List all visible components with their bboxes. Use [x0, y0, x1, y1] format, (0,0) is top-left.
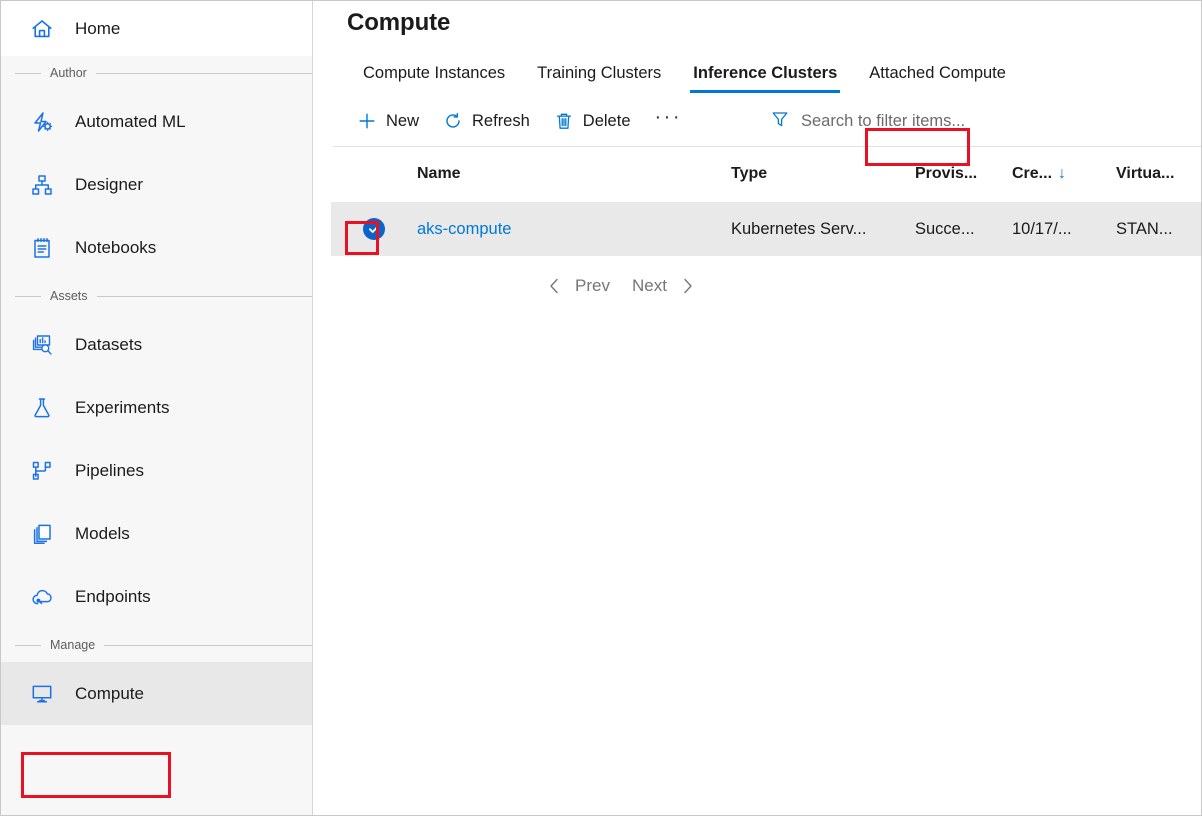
delete-button[interactable]: Delete	[542, 104, 643, 138]
section-label-manage: Manage	[50, 638, 95, 652]
refresh-button[interactable]: Refresh	[431, 104, 542, 138]
tab-compute-instances[interactable]: Compute Instances	[347, 64, 521, 93]
tab-training-clusters[interactable]: Training Clusters	[521, 64, 677, 93]
search-placeholder: Search to filter items...	[801, 112, 965, 131]
sidebar-item-datasets[interactable]: Datasets	[1, 313, 312, 376]
filter-icon	[770, 109, 790, 134]
pipelines-icon	[29, 458, 55, 484]
table-row[interactable]: aks-compute Kubernetes Serv... Succe... …	[331, 202, 1201, 256]
sidebar-item-label-pipelines: Pipelines	[75, 461, 144, 481]
section-rule-right	[96, 73, 312, 74]
sidebar-item-endpoints[interactable]: Endpoints	[1, 565, 312, 628]
sort-descending-icon: ↓	[1058, 166, 1066, 182]
tab-label: Attached Compute	[869, 64, 1006, 82]
sidebar-section-author: Author	[1, 56, 312, 90]
sidebar-item-experiments[interactable]: Experiments	[1, 376, 312, 439]
sidebar-item-label-notebooks: Notebooks	[75, 238, 156, 258]
chevron-right-icon	[679, 276, 696, 296]
section-label-assets: Assets	[50, 289, 88, 303]
column-header-name[interactable]: Name	[417, 165, 731, 183]
next-page-button[interactable]: Next	[624, 272, 704, 300]
column-header-provisioning[interactable]: Provis...	[915, 165, 1012, 183]
command-toolbar: New Refresh	[331, 99, 1201, 143]
trash-icon	[554, 111, 574, 131]
notebooks-icon	[29, 235, 55, 261]
datasets-icon	[29, 332, 55, 358]
column-header-created-label: Cre...	[1012, 165, 1052, 183]
sidebar-item-designer[interactable]: Designer	[1, 153, 312, 216]
designer-icon	[29, 172, 55, 198]
models-icon	[29, 521, 55, 547]
section-label-author: Author	[50, 66, 87, 80]
cell-name: aks-compute	[417, 220, 731, 239]
new-button[interactable]: New	[345, 104, 431, 138]
sidebar-item-label-automated-ml: Automated ML	[75, 112, 186, 132]
main-content-area: Compute Compute Instances Training Clust…	[313, 1, 1201, 815]
ellipsis-icon[interactable]: ···	[643, 99, 694, 143]
sidebar-item-label-experiments: Experiments	[75, 398, 169, 418]
sidebar-section-manage: Manage	[1, 628, 312, 662]
section-rule-left	[15, 73, 41, 74]
table-header-row: Name Type Provis... Cre... ↓ Virtua...	[331, 147, 1201, 202]
sidebar-item-home[interactable]: Home	[1, 1, 312, 56]
annotation-box-compute	[21, 752, 171, 798]
sidebar-item-label-endpoints: Endpoints	[75, 587, 151, 607]
refresh-icon	[443, 111, 463, 131]
row-select-cell	[331, 218, 417, 240]
azure-ml-studio-window: Home Author Automated ML	[0, 0, 1202, 816]
tab-inference-clusters[interactable]: Inference Clusters	[677, 64, 853, 93]
cell-type: Kubernetes Serv...	[731, 220, 915, 239]
row-checkbox-checked[interactable]	[363, 218, 385, 240]
compute-tabs: Compute Instances Training Clusters Infe…	[331, 53, 1201, 93]
plus-icon	[357, 111, 377, 131]
compute-name-link[interactable]: aks-compute	[417, 220, 511, 238]
sidebar-item-automated-ml[interactable]: Automated ML	[1, 90, 312, 153]
new-button-label: New	[386, 112, 419, 131]
tab-label: Compute Instances	[363, 64, 505, 82]
table-pagination: Prev Next	[331, 272, 1201, 300]
tab-attached-compute[interactable]: Attached Compute	[853, 64, 1022, 93]
compute-icon	[29, 681, 55, 707]
sidebar-item-label-models: Models	[75, 524, 130, 544]
sidebar-item-label-home: Home	[75, 19, 120, 39]
column-header-virtual-machine[interactable]: Virtua...	[1116, 165, 1201, 183]
sidebar-item-label-designer: Designer	[75, 175, 143, 195]
sidebar-item-label-compute: Compute	[75, 684, 144, 704]
section-rule-right	[104, 645, 312, 646]
section-rule-right	[97, 296, 312, 297]
column-header-created[interactable]: Cre... ↓	[1012, 165, 1116, 183]
compute-table: Name Type Provis... Cre... ↓ Virtua...	[331, 147, 1201, 256]
section-rule-left	[15, 296, 41, 297]
experiments-icon	[29, 395, 55, 421]
sidebar-item-models[interactable]: Models	[1, 502, 312, 565]
column-header-type[interactable]: Type	[731, 165, 915, 183]
section-rule-left	[15, 645, 41, 646]
search-input[interactable]: Search to filter items...	[770, 109, 965, 134]
left-navigation-sidebar: Home Author Automated ML	[1, 1, 313, 815]
chevron-left-icon	[546, 276, 563, 296]
sidebar-section-assets: Assets	[1, 279, 312, 313]
sidebar-item-pipelines[interactable]: Pipelines	[1, 439, 312, 502]
tab-label: Training Clusters	[537, 64, 661, 82]
cell-provisioning-state: Succe...	[915, 220, 1012, 239]
prev-page-label: Prev	[575, 276, 610, 296]
page-title: Compute	[331, 1, 1201, 37]
endpoints-icon	[29, 584, 55, 610]
overflow-label: ···	[655, 106, 682, 128]
delete-button-label: Delete	[583, 112, 631, 131]
prev-page-button[interactable]: Prev	[538, 272, 618, 300]
cell-virtual-machine-size: STAN...	[1116, 220, 1201, 239]
sidebar-item-label-datasets: Datasets	[75, 335, 142, 355]
cell-created: 10/17/...	[1012, 220, 1116, 239]
automated-ml-icon	[29, 109, 55, 135]
sidebar-item-notebooks[interactable]: Notebooks	[1, 216, 312, 279]
sidebar-item-compute[interactable]: Compute	[1, 662, 312, 725]
tab-label: Inference Clusters	[693, 64, 837, 82]
next-page-label: Next	[632, 276, 667, 296]
home-icon	[29, 16, 55, 42]
refresh-button-label: Refresh	[472, 112, 530, 131]
